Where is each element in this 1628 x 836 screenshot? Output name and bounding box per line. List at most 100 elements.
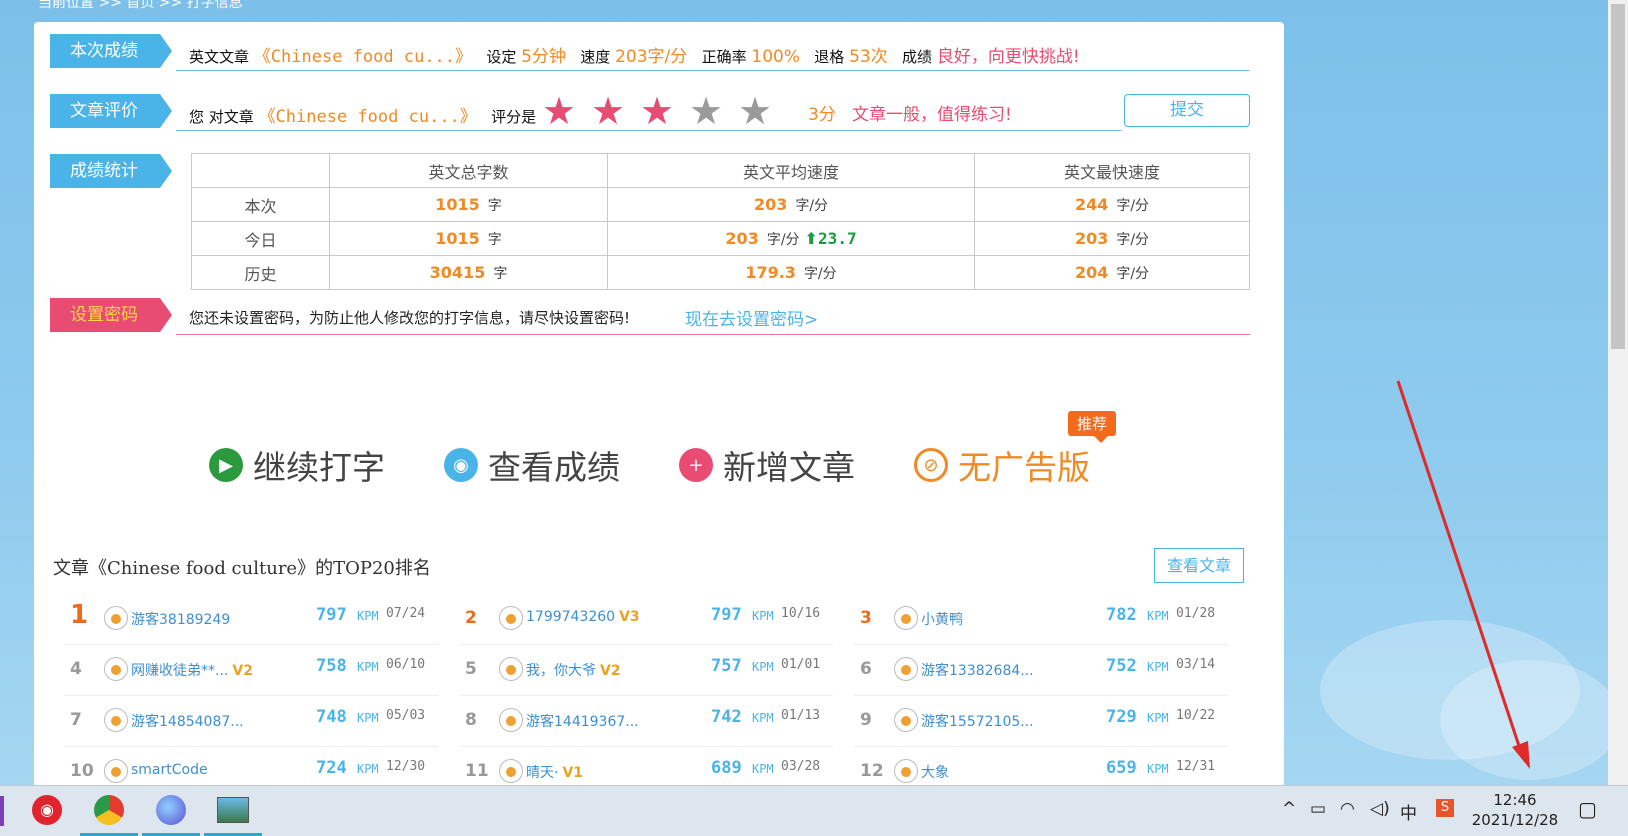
kpm-value: 689 xyxy=(711,758,742,778)
rank-date: 03/14 xyxy=(1176,657,1216,672)
star-icon[interactable]: ★ xyxy=(689,92,723,130)
kpm-unit: KPM xyxy=(356,762,379,776)
taskbar-app-netease-music[interactable]: ◉ xyxy=(18,786,76,833)
ranking-entry[interactable]: 6 游客13382684... 752 KPM 03/14 xyxy=(854,645,1228,696)
ranking-entry[interactable]: 2 1799743260 V3 797 KPM 10/16 xyxy=(459,594,833,645)
battery-icon[interactable]: ▭ xyxy=(1310,799,1326,819)
annotation-arrow xyxy=(1396,380,1530,769)
player-name-group[interactable]: 游客38189249 xyxy=(131,609,230,629)
player-name-group[interactable]: 游客14854087... xyxy=(131,711,244,731)
player-name: 游客14419367... xyxy=(526,714,639,730)
ranking-entry[interactable]: 1 游客38189249 797 KPM 07/24 xyxy=(64,594,438,645)
ranking-entry[interactable]: 9 游客15572105... 729 KPM 10/22 xyxy=(854,696,1228,747)
star-icon[interactable]: ★ xyxy=(738,92,772,130)
arrow-up-icon: ⬆ xyxy=(804,228,819,248)
kpm-score: 797 KPM xyxy=(711,605,774,625)
kpm-score: 724 KPM xyxy=(316,758,379,778)
avatar xyxy=(499,759,523,783)
rank-date: 07/24 xyxy=(386,606,426,621)
player-name-group[interactable]: 小黄鸭 xyxy=(921,609,963,629)
kpm-score: 729 KPM xyxy=(1106,707,1169,727)
avatar xyxy=(499,606,523,630)
player-name: 游客14854087... xyxy=(131,714,244,730)
player-name-group[interactable]: 1799743260 V3 xyxy=(526,609,640,625)
set-password-link[interactable]: 现在去设置密码> xyxy=(685,305,818,330)
ranking-entry[interactable]: 8 游客14419367... 742 KPM 01/13 xyxy=(459,696,833,747)
stats-row-name: 今日 xyxy=(191,221,330,256)
taskbar-app-photos[interactable] xyxy=(204,786,262,836)
stats-fastest-value: 204 xyxy=(1074,262,1109,282)
result-label: 成绩 xyxy=(902,48,933,66)
view-score-button[interactable]: ◉ 查看成绩 xyxy=(444,443,620,487)
stats-avg-cell: 203 字/分 ⬆23.7 xyxy=(607,221,975,256)
player-name-group[interactable]: 游客15572105... xyxy=(921,711,1034,731)
continue-typing-button[interactable]: ▶ 继续打字 xyxy=(209,443,385,487)
set-label: 设定 xyxy=(486,48,517,66)
submit-rating-button[interactable]: 提交 xyxy=(1124,94,1250,127)
player-name-group[interactable]: 我，你大爷 V2 xyxy=(526,660,621,680)
scrollbar-thumb[interactable] xyxy=(1611,4,1625,349)
view-score-label: 查看成绩 xyxy=(488,448,620,487)
taskbar-edge-app[interactable] xyxy=(0,796,4,826)
kpm-unit: KPM xyxy=(1146,762,1169,776)
view-article-button[interactable]: 查看文章 xyxy=(1154,548,1244,583)
kpm-value: 748 xyxy=(316,707,347,727)
kpm-score: 757 KPM xyxy=(711,656,774,676)
ranking-entry[interactable]: 4 网赚收徒弟**... V2 758 KPM 06/10 xyxy=(64,645,438,696)
player-name-group[interactable]: 游客13382684... xyxy=(921,660,1034,680)
player-name: 游客13382684... xyxy=(921,663,1034,679)
player-name-group[interactable]: 大象 xyxy=(921,762,949,782)
star-icon[interactable]: ★ xyxy=(591,92,625,130)
unit-chars: 字 xyxy=(487,197,502,214)
sogou-ime-icon[interactable]: S xyxy=(1436,799,1454,817)
rank-number: 1 xyxy=(70,600,89,630)
kpm-unit: KPM xyxy=(751,762,774,776)
stats-header-fastest: 英文最快速度 xyxy=(974,153,1250,188)
unit-speed: 字/分 xyxy=(766,231,800,248)
chevron-up-icon[interactable]: ^ xyxy=(1282,799,1296,819)
stats-row-current: 本次 1015 字 203 字/分 244 字/分 xyxy=(191,187,1250,222)
player-name-group[interactable]: 网赚收徒弟**... V2 xyxy=(131,660,253,680)
player-name-group[interactable]: 晴天· V1 xyxy=(526,762,583,782)
clock-time: 12:46 xyxy=(1493,791,1537,809)
stats-row-today: 今日 1015 字 203 字/分 ⬆23.7 203 字/分 xyxy=(191,221,1250,256)
player-name-group[interactable]: 游客14419367... xyxy=(526,711,639,731)
ime-indicator[interactable]: 中 xyxy=(1400,799,1417,824)
add-article-button[interactable]: + 新增文章 xyxy=(679,443,855,487)
ranking-entry[interactable]: 5 我，你大爷 V2 757 KPM 01/01 xyxy=(459,645,833,696)
recommend-badge: 推荐 xyxy=(1068,411,1117,443)
stats-fastest-cell: 244 字/分 xyxy=(974,187,1250,222)
stats-avg-cell: 203 字/分 xyxy=(607,187,975,222)
star-icon[interactable]: ★ xyxy=(640,92,674,130)
score-row-divider xyxy=(176,70,1250,71)
ranking-title: 文章《Chinese food culture》的TOP20排名 xyxy=(53,558,431,579)
rank-date: 01/28 xyxy=(1176,606,1216,621)
taskbar-clock[interactable]: 12:46 2021/12/28 xyxy=(1470,790,1560,830)
kpm-score: 758 KPM xyxy=(316,656,379,676)
rating-article-title: 《Chinese food cu...》 xyxy=(258,107,477,127)
taskbar-app-browser[interactable] xyxy=(142,786,200,836)
volume-icon[interactable]: ◁) xyxy=(1370,799,1390,819)
stats-fastest-value: 244 xyxy=(1074,194,1109,214)
unit-speed: 字/分 xyxy=(1116,265,1150,282)
ranking-entry[interactable]: 7 游客14854087... 748 KPM 05/03 xyxy=(64,696,438,747)
stats-header-blank xyxy=(191,153,330,188)
rank-date: 10/22 xyxy=(1176,708,1216,723)
wifi-icon[interactable]: ◠ xyxy=(1340,799,1355,819)
unit-speed: 字/分 xyxy=(1116,231,1150,248)
kpm-value: 659 xyxy=(1106,758,1137,778)
avatar xyxy=(894,657,918,681)
player-name: 小黄鸭 xyxy=(921,612,963,628)
taskbar-app-chrome[interactable] xyxy=(80,786,138,836)
unit-speed: 字/分 xyxy=(795,197,829,214)
ad-free-button[interactable]: ⊘ 无广告版 xyxy=(914,443,1090,487)
player-name-group[interactable]: smartCode xyxy=(131,762,208,778)
player-name: 我，你大爷 xyxy=(526,663,596,679)
score-summary: 英文文章 《Chinese food cu...》 设定 5分钟 速度 203字… xyxy=(189,42,1080,67)
notification-icon[interactable]: ▢ xyxy=(1578,797,1597,821)
stats-header-total: 英文总字数 xyxy=(329,153,608,188)
ranking-entry[interactable]: 3 小黄鸭 782 KPM 01/28 xyxy=(854,594,1228,645)
password-message: 您还未设置密码，为防止他人修改您的打字信息，请尽快设置密码! xyxy=(189,309,631,327)
star-icon[interactable]: ★ xyxy=(542,92,576,130)
page-scrollbar[interactable] xyxy=(1608,0,1628,785)
